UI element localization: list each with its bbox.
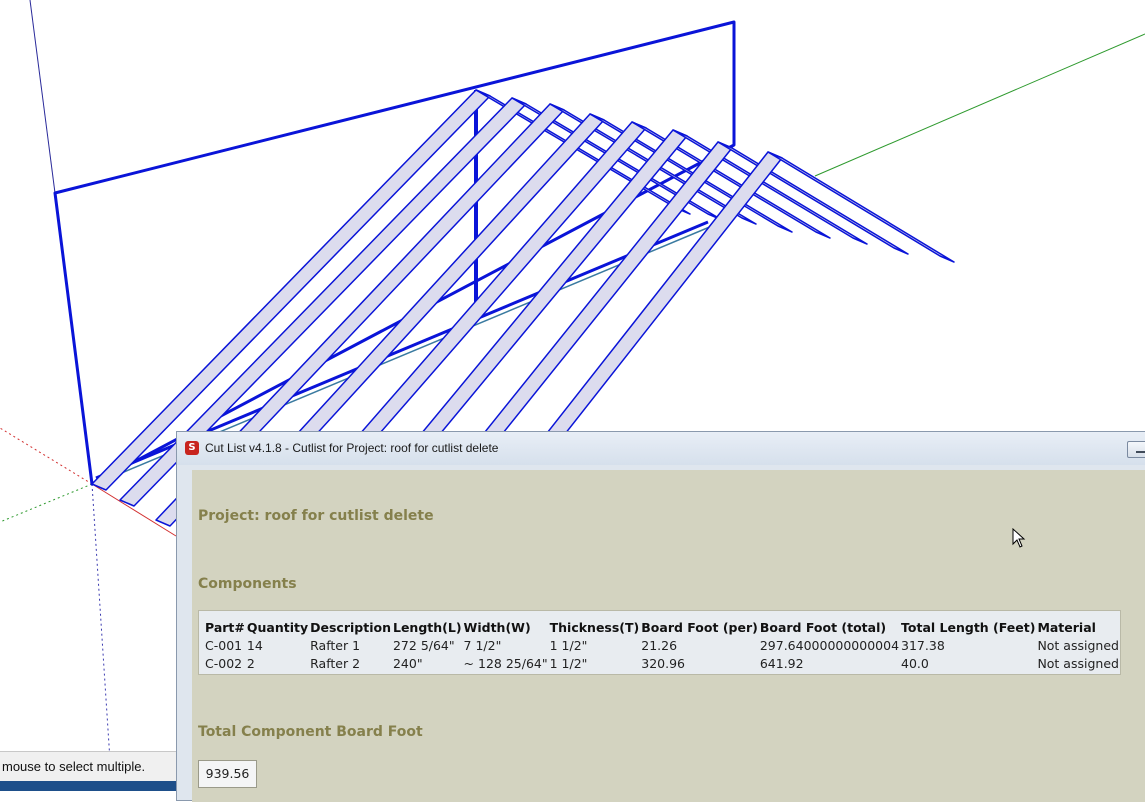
taskbar-strip xyxy=(0,781,180,791)
cell-description: Rafter 2 xyxy=(310,655,361,671)
cell-description: Rafter 1 xyxy=(310,637,361,653)
components-table: Part# Quantity Description Length(L) Wid… xyxy=(205,618,1121,672)
report-content: Project: roof for cutlist delete Compone… xyxy=(192,470,1145,802)
cell-part: C-001 xyxy=(205,637,243,653)
cell-total-length: 317.38 xyxy=(901,637,945,653)
cell-total-length: 40.0 xyxy=(901,655,929,671)
window-titlebar[interactable]: S Cut List v4.1.8 - Cutlist for Project:… xyxy=(177,432,1145,465)
cell-length: 272 5/64" xyxy=(392,637,455,653)
total-value-box: 939.56 xyxy=(198,760,257,788)
green-axis xyxy=(814,33,1145,177)
col-board-foot-per: Board Foot (per) xyxy=(641,619,758,635)
table-row: C-001 14 Rafter 1 272 5/64" 7 1/2" 1 1/2… xyxy=(205,636,1121,654)
rafter-tail xyxy=(767,151,955,263)
window-title: Cut List v4.1.8 - Cutlist for Project: r… xyxy=(205,441,499,455)
col-thickness: Thickness(T) xyxy=(549,619,640,635)
col-description: Description xyxy=(310,619,391,635)
rafter-tail xyxy=(672,129,868,245)
sketchup-icon: S xyxy=(185,441,199,455)
col-board-foot-total: Board Foot (total) xyxy=(759,619,887,635)
col-total-length: Total Length (Feet) xyxy=(901,619,1036,635)
minimize-button[interactable] xyxy=(1127,441,1145,458)
cell-thickness: 1 1/2" xyxy=(549,655,588,671)
cell-width: 7 1/2" xyxy=(463,637,502,653)
cell-thickness: 1 1/2" xyxy=(549,637,588,653)
col-width: Width(W) xyxy=(463,619,531,635)
cell-material: Not assigned xyxy=(1037,655,1119,671)
col-material: Material xyxy=(1037,619,1096,635)
total-heading: Total Component Board Foot xyxy=(198,724,423,740)
col-quantity: Quantity xyxy=(246,619,309,635)
cutlist-window[interactable]: S Cut List v4.1.8 - Cutlist for Project:… xyxy=(176,431,1145,802)
status-bar: mouse to select multiple. xyxy=(0,751,180,781)
cell-part: C-002 xyxy=(205,655,243,671)
cell-board-foot-per: 21.26 xyxy=(641,637,678,653)
col-length: Length(L) xyxy=(392,619,462,635)
cell-board-foot-per: 320.96 xyxy=(641,655,686,671)
cell-material: Not assigned xyxy=(1037,637,1119,653)
arrow-cursor-icon xyxy=(1012,528,1026,548)
cell-length: 240" xyxy=(392,655,423,671)
components-heading: Components xyxy=(198,576,297,592)
col-part: Part# xyxy=(205,619,245,635)
blue-axis xyxy=(29,0,56,194)
red-axis-dashed xyxy=(0,427,93,485)
cell-width: ~ 128 25/64" xyxy=(463,655,548,671)
components-table-box: Part# Quantity Description Length(L) Wid… xyxy=(198,610,1121,675)
table-header-row: Part# Quantity Description Length(L) Wid… xyxy=(205,618,1121,636)
project-heading: Project: roof for cutlist delete xyxy=(198,508,434,524)
cell-board-foot-total: 641.92 xyxy=(759,655,804,671)
cell-board-foot-total: 297.64000000000004 xyxy=(759,637,900,653)
table-row: C-002 2 Rafter 2 240" ~ 128 25/64" 1 1/2… xyxy=(205,654,1121,672)
status-text: mouse to select multiple. xyxy=(2,759,146,774)
blue-axis-dashed xyxy=(91,483,113,791)
green-axis-dashed xyxy=(0,483,93,523)
cell-quantity: 14 xyxy=(246,637,263,653)
cell-quantity: 2 xyxy=(246,655,255,671)
